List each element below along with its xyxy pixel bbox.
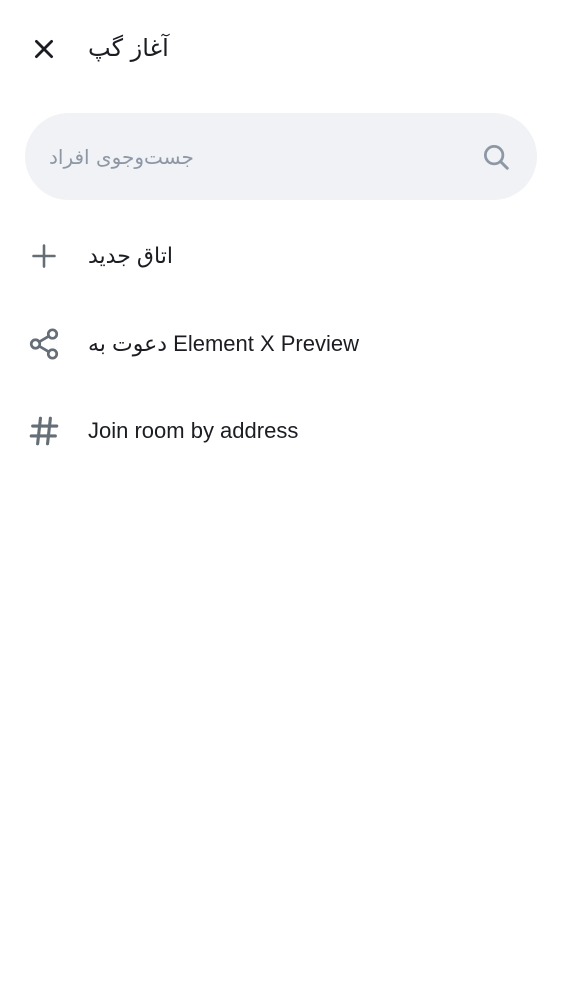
close-icon xyxy=(35,40,53,58)
start-chat-screen: آغاز گپ اتاق جدید دعوت به Eleme xyxy=(0,0,562,1000)
search-bar[interactable] xyxy=(25,113,537,200)
join-room-by-address-button[interactable]: Join room by address xyxy=(0,391,562,471)
new-room-button[interactable]: اتاق جدید xyxy=(0,216,562,296)
top-app-bar: آغاز گپ xyxy=(0,0,562,96)
invite-friends-label: دعوت به Element X Preview xyxy=(88,331,359,356)
new-room-label: اتاق جدید xyxy=(88,243,173,268)
hashtag-icon xyxy=(24,411,64,451)
join-room-label: Join room by address xyxy=(88,418,299,443)
close-button[interactable] xyxy=(22,27,66,71)
search-icon xyxy=(479,140,513,174)
invite-friends-button[interactable]: دعوت به Element X Preview xyxy=(0,304,562,384)
plus-icon xyxy=(24,236,64,276)
share-icon xyxy=(24,324,64,364)
page-title: آغاز گپ xyxy=(88,34,169,62)
search-input[interactable] xyxy=(49,136,471,177)
